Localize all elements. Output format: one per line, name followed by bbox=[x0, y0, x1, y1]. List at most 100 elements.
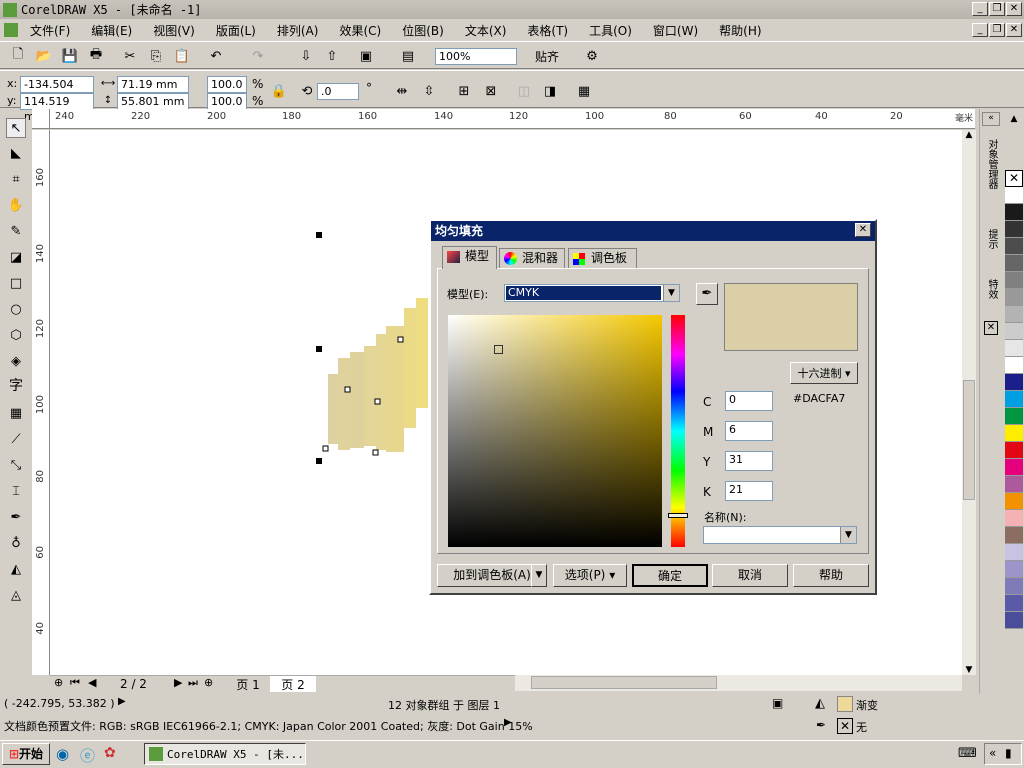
m-field[interactable]: 6 bbox=[725, 421, 773, 441]
palette-swatch[interactable] bbox=[1005, 187, 1023, 204]
height-field[interactable]: 55.801 mm bbox=[117, 93, 189, 110]
vertical-scrollbar[interactable]: ▲ ▼ bbox=[962, 130, 976, 675]
options-button[interactable]: 选项(P) ▾ bbox=[553, 564, 627, 587]
break-apart-icon[interactable]: ◨ bbox=[541, 82, 559, 100]
taskbar-coreldraw-button[interactable]: CorelDRAW X5 - [未... bbox=[144, 743, 306, 765]
undo-icon[interactable]: ↶ bbox=[207, 47, 225, 65]
start-button[interactable]: ⊞开始 bbox=[2, 743, 50, 765]
launcher-icon[interactable]: ▣ bbox=[357, 47, 375, 65]
scale-x-field[interactable]: 100.0 bbox=[207, 76, 247, 93]
redo-icon[interactable]: ↷ bbox=[249, 47, 267, 65]
menu-edit[interactable]: 编辑(E) bbox=[91, 22, 132, 39]
export-icon[interactable]: ⇧ bbox=[323, 47, 341, 65]
freehand-tool-icon[interactable]: ✎ bbox=[6, 222, 26, 242]
palette-swatch[interactable] bbox=[1005, 442, 1023, 459]
tab-models[interactable]: 模型 bbox=[442, 246, 497, 269]
rectangle-tool-icon[interactable]: □ bbox=[6, 274, 26, 294]
minimize-button[interactable]: _ bbox=[972, 2, 988, 16]
eyedropper-button[interactable]: ✒ bbox=[696, 283, 718, 305]
docker-tab-hints[interactable]: 提示 bbox=[984, 229, 999, 269]
tray-expand-icon[interactable]: « bbox=[989, 746, 996, 760]
table-tool-icon[interactable]: ▦ bbox=[6, 404, 26, 424]
zoom-select[interactable]: 100% bbox=[435, 48, 517, 65]
doc-close-button[interactable]: ✕ bbox=[1006, 23, 1022, 37]
welcome-screen-icon[interactable]: ▤ bbox=[399, 47, 417, 65]
next-page-icon[interactable]: ▶ bbox=[174, 676, 182, 689]
width-field[interactable]: 71.19 mm bbox=[117, 76, 189, 93]
menu-tools[interactable]: 工具(O) bbox=[589, 22, 632, 39]
crop-tool-icon[interactable]: ⌗ bbox=[6, 170, 26, 190]
cut-icon[interactable]: ✂ bbox=[121, 47, 139, 65]
y-field[interactable]: 31 bbox=[725, 451, 773, 471]
smart-fill-tool-icon[interactable]: ◪ bbox=[6, 248, 26, 268]
ungroup-icon[interactable]: ⊞ bbox=[455, 82, 473, 100]
menu-layout[interactable]: 版面(L) bbox=[216, 22, 256, 39]
palette-swatch[interactable] bbox=[1005, 272, 1023, 289]
pan-tool-icon[interactable]: ✋ bbox=[6, 196, 26, 216]
palette-swatch[interactable] bbox=[1005, 510, 1023, 527]
scale-y-field[interactable]: 100.0 bbox=[207, 93, 247, 110]
horizontal-scrollbar[interactable] bbox=[515, 675, 962, 691]
palette-swatch[interactable] bbox=[1005, 408, 1023, 425]
lock-ratio-icon[interactable]: 🔒 bbox=[270, 82, 288, 100]
palette-swatch[interactable] bbox=[1005, 561, 1023, 578]
dialog-close-button[interactable]: ✕ bbox=[855, 223, 871, 237]
palette-swatch[interactable] bbox=[1005, 374, 1023, 391]
horizontal-ruler[interactable]: 240 220 200 180 160 140 120 100 80 60 40… bbox=[50, 109, 975, 129]
interactive-fill-tool-icon[interactable]: ◬ bbox=[6, 586, 26, 606]
outline-none-swatch[interactable]: ✕ bbox=[837, 718, 853, 734]
hue-slider-thumb[interactable] bbox=[668, 513, 688, 518]
doc-minimize-button[interactable]: _ bbox=[972, 23, 988, 37]
palette-swatch[interactable] bbox=[1005, 459, 1023, 476]
ungroup-all-icon[interactable]: ⊠ bbox=[482, 82, 500, 100]
color-field-marker[interactable] bbox=[494, 345, 503, 354]
palette-swatch[interactable] bbox=[1005, 493, 1023, 510]
dimension-tool-icon[interactable]: ⟋ bbox=[6, 430, 26, 450]
mirror-vertical-icon[interactable]: ⇳ bbox=[420, 82, 438, 100]
docker-collapse-icon[interactable]: « bbox=[982, 112, 1000, 126]
palette-swatch[interactable] bbox=[1005, 323, 1023, 340]
palette-swatch[interactable] bbox=[1005, 221, 1023, 238]
y-position-field[interactable]: 114.519 mm bbox=[20, 93, 94, 123]
status-settings-icon[interactable]: ▣ bbox=[772, 696, 783, 710]
shape-tool-icon[interactable]: ◣ bbox=[6, 144, 26, 164]
chevron-down-icon[interactable]: ▼ bbox=[663, 285, 679, 301]
menu-arrange[interactable]: 排列(A) bbox=[277, 22, 319, 39]
ruler-origin[interactable] bbox=[32, 109, 50, 129]
palette-swatch[interactable] bbox=[1005, 476, 1023, 493]
snap-to-label[interactable]: 贴齐 bbox=[535, 48, 559, 65]
help-button[interactable]: 帮助 bbox=[793, 564, 869, 587]
hue-slider[interactable] bbox=[668, 315, 688, 547]
wrap-text-icon[interactable]: ▦ bbox=[575, 82, 593, 100]
palette-swatch[interactable] bbox=[1005, 255, 1023, 272]
connector-tool-icon[interactable]: ⤡ bbox=[6, 456, 26, 476]
model-select[interactable]: CMYK ▼ bbox=[504, 284, 680, 302]
text-tool-icon[interactable]: 字 bbox=[6, 376, 26, 396]
add-to-palette-dropdown[interactable]: ▼ bbox=[531, 564, 547, 587]
no-color-swatch[interactable]: ✕ bbox=[1005, 170, 1023, 187]
horizontal-scroll-thumb[interactable] bbox=[531, 676, 717, 689]
first-page-icon[interactable]: ⏮ bbox=[70, 676, 80, 690]
menu-bitmaps[interactable]: 位图(B) bbox=[402, 22, 444, 39]
eyedropper-tool-icon[interactable]: ✒ bbox=[6, 508, 26, 528]
palette-swatch[interactable] bbox=[1005, 425, 1023, 442]
menu-file[interactable]: 文件(F) bbox=[30, 22, 70, 39]
menu-table[interactable]: 表格(T) bbox=[527, 22, 568, 39]
vertical-ruler[interactable]: 160 140 120 100 80 60 40 bbox=[32, 130, 50, 675]
fill-swatch[interactable] bbox=[837, 696, 853, 712]
page-tab-1[interactable]: 页 1 bbox=[226, 676, 270, 692]
mirror-horizontal-icon[interactable]: ⇹ bbox=[393, 82, 411, 100]
chevron-down-icon[interactable]: ▼ bbox=[840, 527, 856, 543]
polygon-tool-icon[interactable]: ⬡ bbox=[6, 326, 26, 346]
tab-palettes[interactable]: 调色板 bbox=[568, 248, 637, 269]
name-select[interactable]: ▼ bbox=[703, 526, 857, 544]
palette-swatch[interactable] bbox=[1005, 340, 1023, 357]
palette-swatch[interactable] bbox=[1005, 238, 1023, 255]
hex-mode-select[interactable]: 十六进制 ▾ bbox=[790, 362, 858, 384]
profile-arrow-icon[interactable]: ▶ bbox=[504, 717, 512, 728]
new-icon[interactable]: 🗋 bbox=[9, 47, 27, 65]
tab-mixers[interactable]: 混和器 bbox=[499, 248, 565, 269]
selection-handles[interactable] bbox=[316, 232, 322, 464]
paste-icon[interactable]: 📋 bbox=[173, 47, 191, 65]
c-field[interactable]: 0 bbox=[725, 391, 773, 411]
